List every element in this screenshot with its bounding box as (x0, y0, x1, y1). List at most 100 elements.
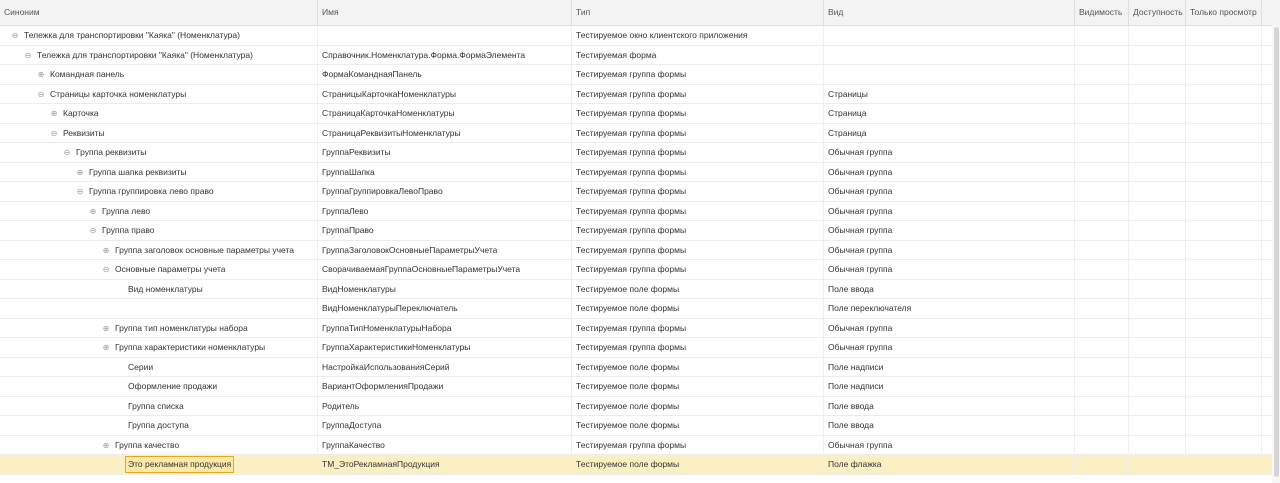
cell-synonym[interactable]: Группа списка (0, 396, 318, 416)
table-row[interactable]: Вид номенклатуры ВидНоменклатуры Тестируем… (0, 279, 1280, 299)
cell-synonym[interactable]: ⊖ Реквизиты (0, 123, 318, 143)
cell-name[interactable]: ГруппаЛево (318, 201, 572, 221)
cell-view[interactable]: Обычная группа (824, 260, 1075, 279)
column-header-readonly[interactable]: Только просмотр (1186, 0, 1262, 25)
cell-name[interactable]: СворачиваемаяГруппаОсновныеПараметрыУчет… (318, 260, 572, 279)
column-header-type[interactable]: Тип (572, 0, 824, 25)
cell-visibility[interactable] (1075, 221, 1129, 240)
cell-view[interactable]: Поле ввода (824, 279, 1075, 299)
cell-readonly[interactable] (1186, 435, 1262, 455)
cell-type[interactable]: Тестируемая группа формы (572, 143, 824, 162)
cell-type[interactable]: Тестируемая группа формы (572, 104, 824, 123)
cell-type[interactable]: Тестируемая группа формы (572, 240, 824, 260)
cell-view[interactable]: Страница (824, 104, 1075, 123)
cell-readonly[interactable] (1186, 338, 1262, 357)
cell-type[interactable]: Тестируемое поле формы (572, 416, 824, 435)
cell-name[interactable]: СтраницаКарточкаНоменклатуры (318, 104, 572, 123)
cell-visibility[interactable] (1075, 162, 1129, 182)
cell-visibility[interactable] (1075, 396, 1129, 416)
scrollbar-thumb[interactable] (1274, 27, 1279, 477)
cell-visibility[interactable] (1075, 455, 1129, 474)
cell-visibility[interactable] (1075, 377, 1129, 396)
cell-availability[interactable] (1129, 299, 1186, 318)
cell-readonly[interactable] (1186, 299, 1262, 318)
cell-visibility[interactable] (1075, 338, 1129, 357)
cell-view[interactable]: Обычная группа (824, 143, 1075, 162)
cell-availability[interactable] (1129, 416, 1186, 435)
cell-readonly[interactable] (1186, 396, 1262, 416)
cell-name[interactable]: ВидНоменклатуры (318, 279, 572, 299)
cell-type[interactable]: Тестируемая группа формы (572, 260, 824, 279)
cell-readonly[interactable] (1186, 84, 1262, 104)
cell-synonym[interactable]: ⊕ Группа тип номенклатуры набора (0, 318, 318, 338)
cell-availability[interactable] (1129, 123, 1186, 143)
collapse-icon[interactable]: ⊖ (88, 221, 98, 240)
cell-synonym[interactable]: ⊖ Тележка для транспортировки "Каяка" (Но… (0, 26, 318, 45)
cell-synonym[interactable]: Оформление продажи (0, 377, 318, 396)
table-row[interactable]: ⊖ Основные параметры учета СворачиваемаяГр… (0, 260, 1280, 280)
cell-type[interactable]: Тестируемое поле формы (572, 279, 824, 299)
table-row[interactable]: ⊕ Группа качество ГруппаКачество Тестируема… (0, 435, 1280, 455)
cell-availability[interactable] (1129, 279, 1186, 299)
cell-readonly[interactable] (1186, 104, 1262, 123)
cell-view[interactable]: Поле переключателя (824, 299, 1075, 318)
cell-synonym[interactable] (0, 299, 318, 318)
column-header-availability[interactable]: Доступность (1129, 0, 1186, 25)
column-header-name[interactable]: Имя (318, 0, 572, 25)
cell-visibility[interactable] (1075, 123, 1129, 143)
cell-synonym[interactable]: Группа доступа (0, 416, 318, 435)
cell-name[interactable]: ВидНоменклатурыПереключатель (318, 299, 572, 318)
cell-type[interactable]: Тестируемая группа формы (572, 123, 824, 143)
cell-type[interactable]: Тестируемая группа формы (572, 435, 824, 455)
table-row[interactable]: ⊕ Группа характеристики номенклатуры Групп… (0, 338, 1280, 358)
expand-icon[interactable]: ⊕ (36, 65, 46, 84)
cell-availability[interactable] (1129, 201, 1186, 221)
cell-visibility[interactable] (1075, 416, 1129, 435)
cell-synonym[interactable]: ⊕ Командная панель (0, 65, 318, 84)
cell-visibility[interactable] (1075, 143, 1129, 162)
cell-view[interactable]: Поле флажка (824, 455, 1075, 474)
cell-readonly[interactable] (1186, 182, 1262, 201)
cell-visibility[interactable] (1075, 45, 1129, 65)
cell-type[interactable]: Тестируемое поле формы (572, 357, 824, 377)
cell-visibility[interactable] (1075, 318, 1129, 338)
cell-name[interactable]: ГруппаДоступа (318, 416, 572, 435)
cell-availability[interactable] (1129, 221, 1186, 240)
cell-name[interactable]: ГруппаРеквизиты (318, 143, 572, 162)
cell-type[interactable]: Тестируемое поле формы (572, 396, 824, 416)
collapse-icon[interactable]: ⊖ (36, 85, 46, 104)
cell-visibility[interactable] (1075, 357, 1129, 377)
cell-readonly[interactable] (1186, 162, 1262, 182)
cell-synonym[interactable]: ⊖ Страницы карточка номенклатуры (0, 84, 318, 104)
cell-synonym[interactable]: ⊕ Группа заголовок основные параметры уче… (0, 240, 318, 260)
table-row[interactable]: Группа доступа ГруппаДоступа Тестируемое п… (0, 416, 1280, 436)
cell-name[interactable]: СтраницыКарточкаНоменклатуры (318, 84, 572, 104)
cell-readonly[interactable] (1186, 143, 1262, 162)
expand-icon[interactable]: ⊕ (101, 241, 111, 260)
cell-type[interactable]: Тестируемая группа формы (572, 201, 824, 221)
cell-name[interactable]: ГруппаШапка (318, 162, 572, 182)
cell-readonly[interactable] (1186, 357, 1262, 377)
cell-readonly[interactable] (1186, 279, 1262, 299)
cell-synonym[interactable]: ⊖ Основные параметры учета (0, 260, 318, 279)
column-header-synonym[interactable]: Синоним (0, 0, 318, 25)
cell-type[interactable]: Тестируемая группа формы (572, 318, 824, 338)
cell-visibility[interactable] (1075, 435, 1129, 455)
table-row[interactable]: ⊕ Командная панель ФормаКоманднаяПанель Тес… (0, 65, 1280, 85)
column-header-visibility[interactable]: Видимость (1075, 0, 1129, 25)
collapse-icon[interactable]: ⊖ (75, 182, 85, 201)
cell-availability[interactable] (1129, 26, 1186, 45)
cell-view[interactable]: Страницы (824, 84, 1075, 104)
expand-icon[interactable]: ⊕ (88, 202, 98, 221)
table-row[interactable]: Группа списка Родитель Тестируемое поле фо… (0, 396, 1280, 416)
cell-name[interactable]: ГруппаГруппировкаЛевоПраво (318, 182, 572, 201)
table-row[interactable]: ⊕ Группа шапка реквизиты ГруппаШапка Тестир… (0, 162, 1280, 182)
table-row[interactable]: ⊕ Карточка СтраницаКарточкаНоменклатуры Тес… (0, 104, 1280, 124)
vertical-scrollbar[interactable] (1272, 25, 1280, 483)
cell-availability[interactable] (1129, 84, 1186, 104)
table-row[interactable]: ⊖ Группа право ГруппаПраво Тестируемая груп… (0, 221, 1280, 241)
cell-view[interactable]: Обычная группа (824, 162, 1075, 182)
cell-type[interactable]: Тестируемая группа формы (572, 182, 824, 201)
cell-availability[interactable] (1129, 65, 1186, 84)
table-row[interactable]: Серии НастройкаИспользованияСерий Тестируе… (0, 357, 1280, 377)
